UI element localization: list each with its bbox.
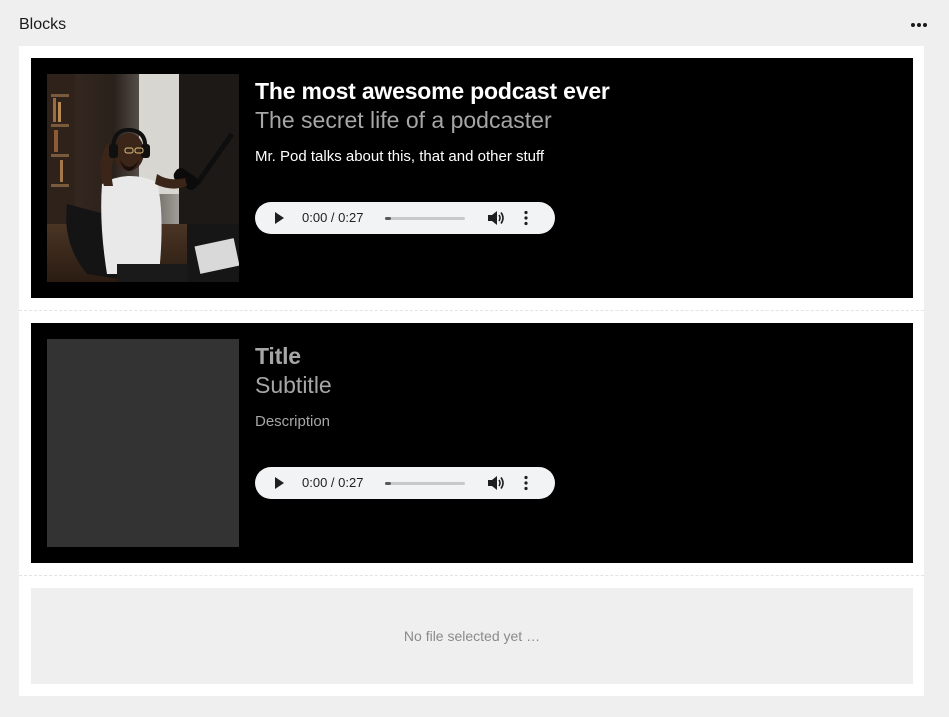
play-icon[interactable] (272, 476, 286, 490)
blocks-panel: The most awesome podcast ever The secret… (19, 46, 924, 696)
podcast-block[interactable]: The most awesome podcast ever The secret… (31, 58, 913, 298)
empty-cover-placeholder (47, 339, 239, 547)
more-options-button[interactable] (907, 14, 931, 36)
blocks-title: Blocks (19, 16, 67, 33)
audio-progress-track[interactable] (385, 482, 465, 485)
volume-icon[interactable] (487, 210, 505, 226)
podcast-description: Mr. Pod talks about this, that and other… (255, 148, 545, 165)
block-divider (19, 310, 924, 311)
more-vertical-icon[interactable] (523, 475, 529, 491)
more-horizontal-icon (911, 23, 927, 27)
podcast-cover-image (47, 74, 239, 282)
play-icon[interactable] (272, 211, 286, 225)
placeholder-text: Title Subtitle Description (255, 339, 895, 432)
volume-icon[interactable] (487, 475, 505, 491)
podcast-block-placeholder[interactable]: Title Subtitle Description 0:00 / 0:27 (31, 323, 913, 563)
podcast-subtitle: The secret life of a podcaster (255, 107, 552, 133)
block-divider (19, 575, 924, 576)
placeholder-subtitle: Subtitle (255, 372, 332, 398)
audio-player[interactable]: 0:00 / 0:27 (255, 467, 555, 499)
audio-player[interactable]: 0:00 / 0:27 (255, 202, 555, 234)
audio-time: 0:00 / 0:27 (302, 475, 364, 490)
blocks-header: Blocks (19, 14, 931, 36)
placeholder-title: Title (255, 343, 301, 369)
audio-progress-fill (385, 217, 391, 220)
file-dropzone[interactable]: No file selected yet … (31, 588, 913, 684)
audio-progress-track[interactable] (385, 217, 465, 220)
podcast-text: The most awesome podcast ever The secret… (255, 74, 895, 167)
placeholder-description: Description (255, 413, 331, 430)
dropzone-message: No file selected yet … (403, 628, 541, 644)
audio-time: 0:00 / 0:27 (302, 210, 364, 225)
more-vertical-icon[interactable] (523, 210, 529, 226)
podcast-title: The most awesome podcast ever (255, 78, 610, 104)
audio-progress-fill (385, 482, 391, 485)
